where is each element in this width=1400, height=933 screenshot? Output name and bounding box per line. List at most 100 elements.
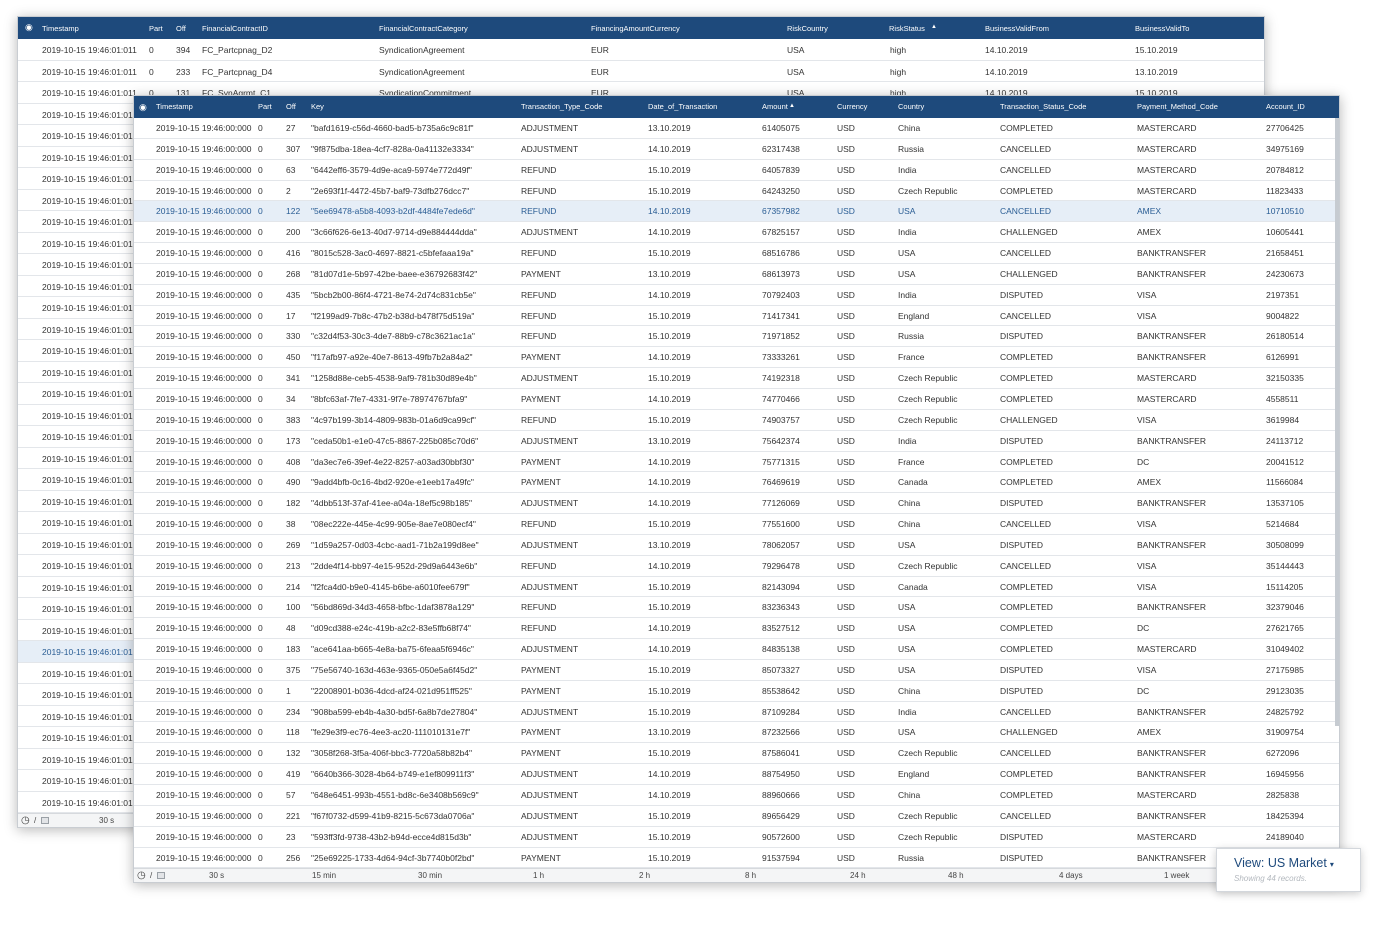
column-header-off[interactable]: Off	[176, 24, 186, 33]
clock-icon[interactable]: ◷	[137, 870, 146, 881]
table-row[interactable]: 2019-10-15 19:46:00:000 0 221 "f67f0732-d59…	[134, 806, 1339, 827]
table-row[interactable]: 2019-10-15 19:46:00:000 0 269 "1d59a257-0d0…	[134, 535, 1339, 556]
table-row[interactable]: 2019-10-15 19:46:00:000 0 416 "8015c528-3ac…	[134, 243, 1339, 264]
table-row[interactable]: 2019-10-15 19:46:00:000 0 183 "ace641aa-b66…	[134, 639, 1339, 660]
table-row[interactable]: 2019-10-15 19:46:00:000 0 450 "f17afb97-a92…	[134, 347, 1339, 369]
column-header-transaction-type-code[interactable]: Transaction_Type_Code	[521, 102, 602, 111]
time-window-4-days[interactable]: 4 days	[1059, 871, 1083, 880]
table-row[interactable]: 2019-10-15 19:46:00:000 0 2 "2e693f1f-4472-…	[134, 181, 1339, 202]
time-window-48-h[interactable]: 48 h	[948, 871, 964, 880]
custom-range-toggle[interactable]	[41, 817, 49, 824]
column-header-financingamountcurrency[interactable]: FinancingAmountCurrency	[591, 24, 680, 33]
cell-payment-method-code: MASTERCARD	[1137, 831, 1197, 842]
clock-icon[interactable]: ◷	[21, 815, 30, 826]
table-row[interactable]: 2019-10-15 19:46:00:000 0 38 "08ec222e-445e…	[134, 514, 1339, 535]
table-row[interactable]: 2019-10-15 19:46:00:000 0 173 "ceda50b1-e1e…	[134, 431, 1339, 452]
table-row[interactable]: 2019-10-15 19:46:00:000 0 17 "f2199ad9-7b8c…	[134, 306, 1339, 327]
column-header-part[interactable]: Part	[258, 102, 272, 111]
vertical-scrollbar[interactable]	[1335, 118, 1339, 726]
table-row[interactable]: 2019-10-15 19:46:00:000 0 330 "c32d4f53-30c…	[134, 326, 1339, 348]
table-row[interactable]: 2019-10-15 19:46:00:000 0 214 "f2fca4d0-b9e…	[134, 577, 1339, 598]
cell-account-id: 32379046	[1266, 602, 1304, 613]
time-window-15-min[interactable]: 15 min	[312, 871, 336, 880]
time-window-24-h[interactable]: 24 h	[850, 871, 866, 880]
table-row[interactable]: 2019-10-15 19:46:00:000 0 132 "3058f268-3f5…	[134, 743, 1339, 765]
eye-icon[interactable]: ◉	[25, 22, 33, 32]
table-row[interactable]: 2019-10-15 19:46:01:011 0 394 FC_Partcpnag_…	[18, 39, 1264, 61]
cell-amount: 76469619	[762, 477, 800, 488]
cell-date-of-transaction: 15.10.2019	[648, 164, 691, 175]
column-header-account-id[interactable]: Account_ID	[1266, 102, 1305, 111]
table-row[interactable]: 2019-10-15 19:46:00:000 0 34 "8bfc63af-7fe7…	[134, 389, 1339, 410]
column-header-financialcontractcategory[interactable]: FinancialContractCategory	[379, 24, 468, 33]
table-row[interactable]: 2019-10-15 19:46:00:000 0 268 "81d07d1e-5b9…	[134, 264, 1339, 285]
time-window-30-s[interactable]: 30 s	[99, 816, 114, 825]
cell-amount: 74770466	[762, 393, 800, 404]
column-header-businessvalidfrom[interactable]: BusinessValidFrom	[985, 24, 1049, 33]
time-window-8-h[interactable]: 8 h	[745, 871, 756, 880]
table-row[interactable]: 2019-10-15 19:46:00:000 0 341 "1258d88e-ceb…	[134, 368, 1339, 389]
cell-key: "1258d88e-ceb5-4538-9af9-781b30d89e4b"	[311, 373, 477, 384]
cell-timestamp: 2019-10-15 19:46:01:01	[42, 668, 133, 679]
table-header: ◉ Timestamp Part Off Key Transaction_Type_Co…	[134, 96, 1339, 118]
cell-currency: USD	[837, 831, 855, 842]
eye-icon[interactable]: ◉	[139, 102, 147, 112]
time-window-1-h[interactable]: 1 h	[533, 871, 544, 880]
table-row[interactable]: 2019-10-15 19:46:01:011 0 233 FC_Partcpnag_…	[18, 61, 1264, 82]
column-header-financialcontractid[interactable]: FinancialContractID	[202, 24, 268, 33]
cell-amount: 75642374	[762, 435, 800, 446]
time-window-2-h[interactable]: 2 h	[639, 871, 650, 880]
column-header-currency[interactable]: Currency	[837, 102, 867, 111]
table-row[interactable]: 2019-10-15 19:46:00:000 0 234 "908ba599-eb4…	[134, 702, 1339, 723]
column-header-date-of-transaction[interactable]: Date_of_Transaction	[648, 102, 717, 111]
table-row[interactable]: 2019-10-15 19:46:00:000 0 490 "9add4bfb-0c1…	[134, 472, 1339, 494]
table-row[interactable]: 2019-10-15 19:46:00:000 0 57 "648e6451-993b…	[134, 785, 1339, 806]
cell-timestamp: 2019-10-15 19:46:01:01	[42, 733, 133, 743]
table-row[interactable]: 2019-10-15 19:46:00:000 0 27 "bafd1619-c56d…	[134, 118, 1339, 139]
custom-range-toggle[interactable]	[157, 872, 165, 879]
table-row[interactable]: 2019-10-15 19:46:00:000 0 23 "593ff3fd-9738…	[134, 827, 1339, 848]
column-header-country[interactable]: Country	[898, 102, 924, 111]
cell-date-of-transaction: 14.10.2019	[648, 143, 691, 154]
table-row[interactable]: 2019-10-15 19:46:00:000 0 408 "da3ec7e6-39e…	[134, 452, 1339, 473]
column-header-riskcountry[interactable]: RiskCountry	[787, 24, 828, 33]
view-dropdown[interactable]: View: US Market ▾	[1234, 856, 1334, 870]
table-row[interactable]: 2019-10-15 19:46:00:000 0 100 "56bd869d-34d…	[134, 597, 1339, 619]
cell-date-of-transaction: 13.10.2019	[648, 268, 691, 279]
column-header-key[interactable]: Key	[311, 102, 324, 111]
table-row[interactable]: 2019-10-15 19:46:00:000 0 213 "2dde4f14-bb9…	[134, 556, 1339, 577]
table-row[interactable]: 2019-10-15 19:46:00:000 0 1 "22008901-b036-…	[134, 681, 1339, 702]
table-row[interactable]: 2019-10-15 19:46:00:000 0 375 "75e56740-163…	[134, 660, 1339, 681]
table-row[interactable]: 2019-10-15 19:46:00:000 0 307 "9f875dba-18e…	[134, 139, 1339, 160]
column-header-timestamp[interactable]: Timestamp	[42, 24, 79, 33]
table-row[interactable]: 2019-10-15 19:46:00:000 0 48 "d09cd388-e24c…	[134, 618, 1339, 640]
time-window-30-min[interactable]: 30 min	[418, 871, 442, 880]
table-row[interactable]: 2019-10-15 19:46:00:000 0 383 "4c97b199-3b1…	[134, 410, 1339, 431]
table-row[interactable]: 2019-10-15 19:46:00:000 0 122 "5ee69478-a5b…	[134, 201, 1339, 223]
column-header-businessvalidto[interactable]: BusinessValidTo	[1135, 24, 1189, 33]
column-header-timestamp[interactable]: Timestamp	[156, 102, 193, 111]
column-header-part[interactable]: Part	[149, 24, 163, 33]
table-row[interactable]: 2019-10-15 19:46:00:000 0 435 "5bcb2b00-86f…	[134, 285, 1339, 306]
cell-transaction-status-code: COMPLETED	[1000, 769, 1053, 780]
table-row[interactable]: 2019-10-15 19:46:00:000 0 118 "fe29e3f9-ec7…	[134, 722, 1339, 744]
table-row[interactable]: 2019-10-15 19:46:00:000 0 256 "25e69225-173…	[134, 848, 1339, 869]
cell-account-id: 6126991	[1266, 352, 1300, 363]
column-header-transaction-status-code[interactable]: Transaction_Status_Code	[1000, 102, 1086, 111]
cell-transaction-type-code: REFUND	[521, 560, 557, 571]
column-header-riskstatus[interactable]: RiskStatus	[889, 24, 925, 33]
column-header-amount[interactable]: Amount	[762, 102, 788, 111]
column-header-payment-method-code[interactable]: Payment_Method_Code	[1137, 102, 1218, 111]
cell-part: 0	[258, 685, 263, 696]
time-window-30-s[interactable]: 30 s	[209, 871, 224, 880]
time-window-1-week[interactable]: 1 week	[1164, 871, 1189, 880]
table-row[interactable]: 2019-10-15 19:46:00:000 0 200 "3c66f626-6e1…	[134, 222, 1339, 244]
cell-timestamp: 2019-10-15 19:46:01:01	[42, 109, 133, 120]
column-header-off[interactable]: Off	[286, 102, 296, 111]
cell-transaction-type-code: PAYMENT	[521, 748, 561, 759]
table-row[interactable]: 2019-10-15 19:46:00:000 0 182 "4dbb513f-37a…	[134, 493, 1339, 515]
table-row[interactable]: 2019-10-15 19:46:00:000 0 63 "6442eff6-3579…	[134, 160, 1339, 181]
cell-timestamp: 2019-10-15 19:46:01:01	[42, 518, 133, 528]
cell-country: India	[898, 289, 917, 300]
table-row[interactable]: 2019-10-15 19:46:00:000 0 419 "6640b366-302…	[134, 764, 1339, 785]
